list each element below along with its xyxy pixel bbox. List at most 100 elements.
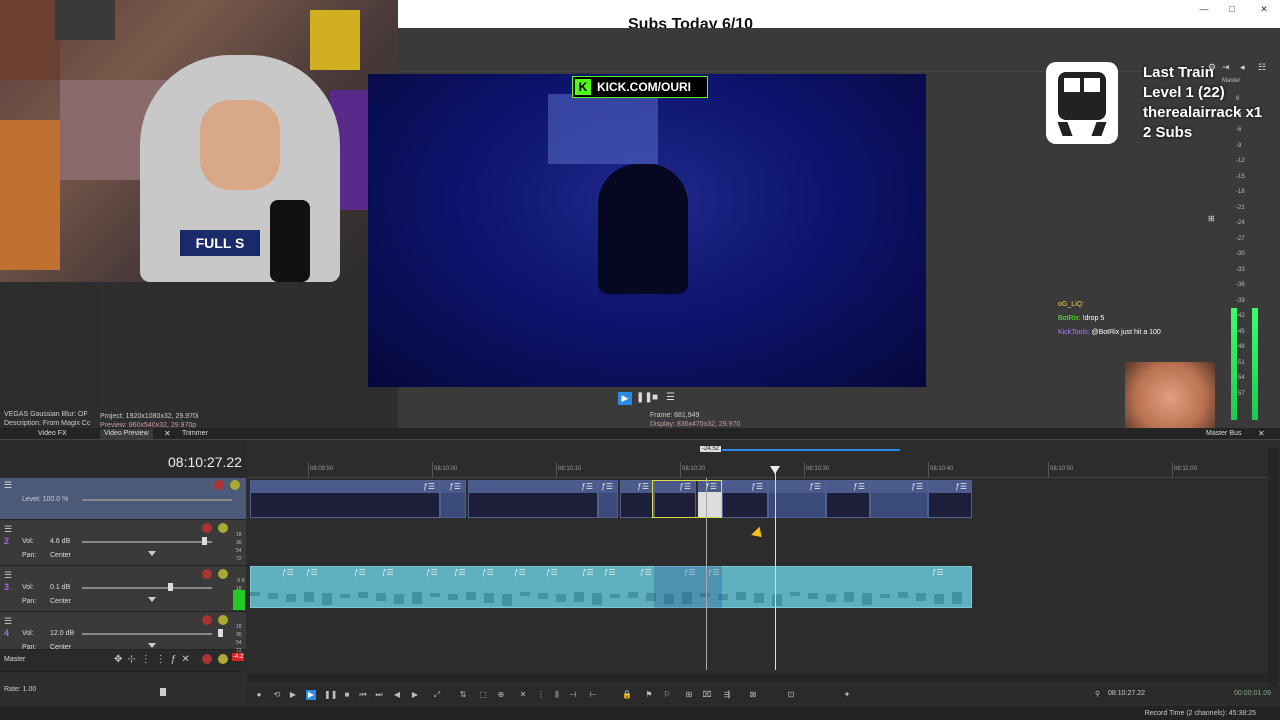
master-mute-icon[interactable]: [202, 654, 212, 664]
video-clip[interactable]: ƒ☰: [440, 480, 466, 518]
region-icon[interactable]: ⚐: [662, 690, 672, 700]
vertical-scrollbar[interactable]: [1268, 448, 1278, 688]
timecode-display[interactable]: 08:10:27.22: [168, 454, 242, 470]
next-frame-icon[interactable]: ▶: [410, 690, 420, 700]
track-menu-icon[interactable]: ☰: [4, 570, 12, 581]
volume-knob[interactable]: [168, 583, 173, 591]
tab-master-bus[interactable]: Master Bus: [1202, 429, 1245, 439]
audio-fx-icon[interactable]: ƒ☰: [306, 568, 318, 577]
region-marker[interactable]: -24.52: [700, 446, 722, 452]
close-tab-icon[interactable]: ✕: [164, 429, 171, 438]
marker-icon[interactable]: ⚑: [644, 690, 654, 700]
mixer-icon[interactable]: ☷: [1258, 62, 1266, 73]
preview-stop-button[interactable]: ■: [652, 392, 658, 403]
close-master-icon[interactable]: ✕: [1258, 429, 1265, 438]
video-clip[interactable]: ƒ☰: [598, 480, 618, 518]
envelope-icon[interactable]: ⇅: [458, 690, 468, 700]
audio-fx-icon[interactable]: ƒ☰: [382, 568, 394, 577]
trim-icon[interactable]: ⋮: [536, 690, 546, 700]
volume-slider[interactable]: [82, 541, 212, 543]
audio-fx-icon[interactable]: ƒ☰: [426, 568, 438, 577]
video-clip[interactable]: ƒ☰: [620, 480, 654, 518]
stop-icon[interactable]: ■: [342, 690, 352, 700]
video-clip[interactable]: ƒ☰: [468, 480, 598, 518]
video-clip[interactable]: ƒ☰: [870, 480, 928, 518]
solo-icon[interactable]: [230, 480, 240, 490]
cursor-mode-icon[interactable]: ⊠: [748, 690, 758, 700]
preview-menu-icon[interactable]: ☰: [666, 392, 675, 403]
maximize-button[interactable]: □: [1220, 2, 1244, 16]
master-solo-icon[interactable]: [218, 654, 228, 664]
meter-link-icon[interactable]: ⊞: [1208, 214, 1222, 224]
audio-track-header[interactable]: ☰ 2 Vol: 4.6 dB Pan: Center: [0, 520, 246, 566]
video-clip[interactable]: ƒ☰: [928, 480, 972, 518]
volume-slider[interactable]: [82, 587, 212, 589]
clip-fx-icon[interactable]: ƒ☰: [751, 482, 763, 491]
video-track-header[interactable]: ☰ Level: 100.0 %: [0, 478, 246, 520]
clip-fx-icon[interactable]: ƒ☰: [955, 482, 967, 491]
select-tool-icon[interactable]: ⬚: [478, 690, 488, 700]
volume-knob[interactable]: [218, 629, 223, 637]
delete-icon[interactable]: ✕: [518, 690, 528, 700]
settings-icon[interactable]: ⚙: [1208, 62, 1216, 73]
pan-marker[interactable]: [148, 597, 156, 602]
mute-icon[interactable]: [202, 569, 212, 579]
record-icon[interactable]: ●: [254, 690, 264, 700]
volume-knob[interactable]: [202, 537, 207, 545]
time-ruler[interactable]: 08:09:50 08:10:00 08:10:10 08:10:20 08:10:30…: [248, 462, 1268, 478]
audio-fx-icon[interactable]: ƒ☰: [546, 568, 558, 577]
mute-icon[interactable]: [202, 523, 212, 533]
audio-fx-icon[interactable]: ƒ☰: [282, 568, 294, 577]
audio-fx-icon[interactable]: ƒ☰: [514, 568, 526, 577]
volume-slider[interactable]: [82, 633, 212, 635]
master-tools-icon[interactable]: ✥⊹⋮⋮ƒ✕: [114, 654, 195, 665]
fx-icon[interactable]: ✦: [842, 690, 852, 700]
close-button[interactable]: ✕: [1252, 2, 1276, 16]
playhead[interactable]: [775, 468, 776, 670]
tab-trimmer[interactable]: Trimmer: [178, 429, 212, 439]
clip-fx-icon[interactable]: ƒ☰: [853, 482, 865, 491]
pause-icon[interactable]: ❚❚: [324, 690, 337, 700]
zoom-icon[interactable]: ⊕: [496, 690, 506, 700]
trim-end-icon[interactable]: ⊢: [588, 690, 598, 700]
audio-fx-icon[interactable]: ƒ☰: [932, 568, 944, 577]
prev-frame-icon[interactable]: ◀: [392, 690, 402, 700]
solo-icon[interactable]: [218, 569, 228, 579]
preview-play-button[interactable]: ▶: [618, 392, 632, 405]
video-clip[interactable]: ƒ☰: [826, 480, 870, 518]
minimize-button[interactable]: —: [1192, 2, 1216, 16]
play-from-start-icon[interactable]: ▶: [288, 690, 298, 700]
lock-icon[interactable]: 🔒: [622, 690, 632, 700]
track-menu-icon[interactable]: ☰: [4, 616, 12, 627]
split-icon[interactable]: ⫼: [552, 690, 562, 700]
solo-icon[interactable]: [218, 615, 228, 625]
trim-start-icon[interactable]: ⊣: [568, 690, 578, 700]
back-icon[interactable]: ◂: [1240, 62, 1245, 73]
tab-video-fx[interactable]: Video FX: [34, 429, 71, 439]
track-menu-icon[interactable]: ☰: [4, 524, 12, 535]
solo-icon[interactable]: [218, 523, 228, 533]
ripple-mode-icon[interactable]: ⇶: [722, 690, 732, 700]
playhead-marker[interactable]: [770, 466, 780, 474]
clip-fx-icon[interactable]: ƒ☰: [581, 482, 593, 491]
mute-icon[interactable]: [202, 615, 212, 625]
clip-fx-icon[interactable]: ƒ☰: [637, 482, 649, 491]
video-clip[interactable]: ƒ☰: [768, 480, 826, 518]
horizontal-scrollbar[interactable]: [248, 674, 1268, 682]
rate-slider[interactable]: [160, 688, 166, 696]
audio-track-header[interactable]: ☰ 3 Vol: 0.1 dB Pan: Center: [0, 566, 246, 612]
clip-fx-icon[interactable]: ƒ☰: [449, 482, 461, 491]
audio-fx-icon[interactable]: ƒ☰: [354, 568, 366, 577]
audio-fx-icon[interactable]: ƒ☰: [454, 568, 466, 577]
clip-fx-icon[interactable]: ƒ☰: [809, 482, 821, 491]
clip-fx-icon[interactable]: ƒ☰: [911, 482, 923, 491]
play-icon[interactable]: ▶: [306, 690, 316, 700]
loop-icon[interactable]: ⟲: [272, 690, 282, 700]
loop-region[interactable]: [722, 449, 900, 451]
prev-marker-icon[interactable]: ⏮: [358, 690, 368, 700]
video-clip[interactable]: ƒ☰: [250, 480, 440, 518]
auto-ripple-icon[interactable]: ⌧: [702, 690, 712, 700]
audio-track-header[interactable]: ☰ 4 Vol: 12.0 dB Pan: Center: [0, 612, 246, 651]
pan-marker[interactable]: [148, 643, 156, 648]
audio-fx-icon[interactable]: ƒ☰: [482, 568, 494, 577]
